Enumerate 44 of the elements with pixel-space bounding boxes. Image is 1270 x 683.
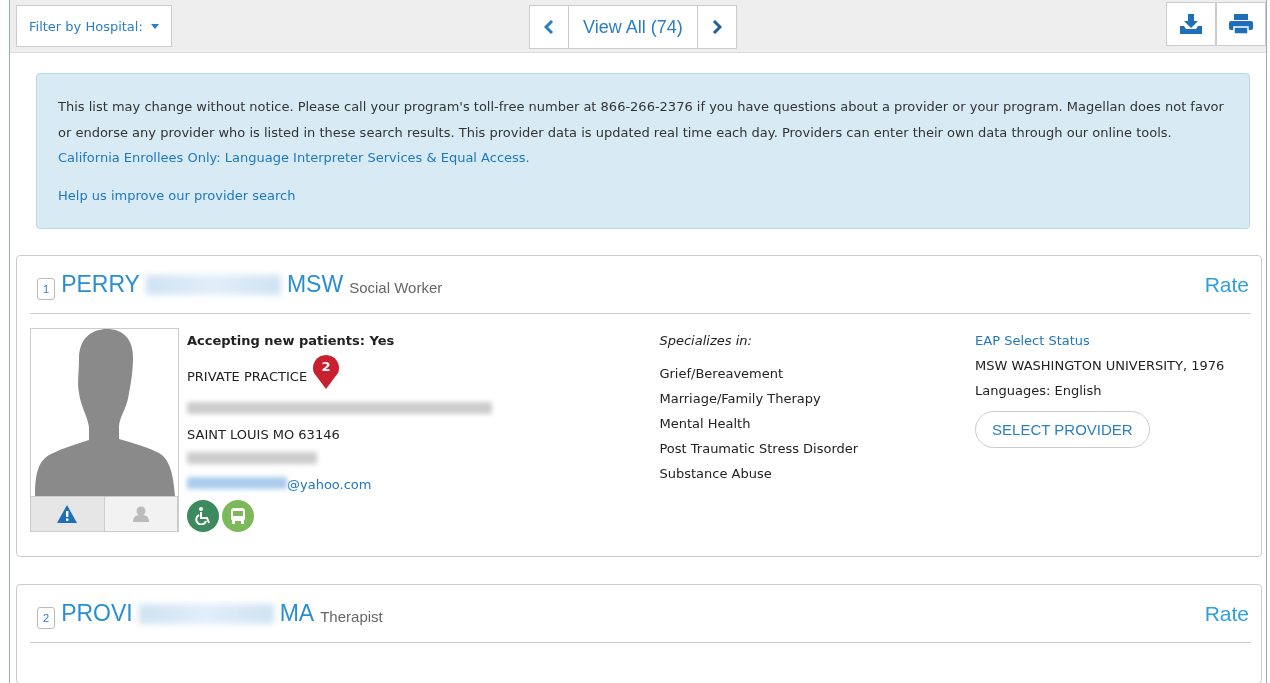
rate-link[interactable]: Rate	[1204, 601, 1249, 626]
person-icon	[132, 506, 149, 522]
provider-name-link[interactable]: PROVI	[61, 600, 133, 627]
status-link[interactable]: EAP Select Status	[975, 328, 1251, 353]
education-text: MSW WASHINGTON UNIVERSITY, 1976	[975, 357, 1226, 375]
provider-credential-link[interactable]: MSW	[286, 271, 344, 298]
select-provider-button[interactable]: SELECT PROVIDER	[975, 411, 1150, 448]
warning-icon	[57, 505, 78, 523]
specialty-item: Marriage/Family Therapy	[659, 390, 822, 408]
map-pin-icon: 2	[311, 353, 342, 389]
download-icon	[1180, 14, 1202, 34]
provider-credential-link[interactable]: MA	[279, 600, 315, 627]
download-button[interactable]	[1166, 2, 1216, 46]
feedback-link[interactable]: Help us improve our provider search	[58, 182, 296, 208]
rate-link[interactable]: Rate	[1204, 272, 1249, 297]
filter-dropdown[interactable]: Filter by Hospital:	[16, 5, 172, 47]
warning-tab[interactable]	[31, 497, 105, 531]
specialty-item: Substance Abuse	[659, 465, 773, 483]
print-icon	[1229, 14, 1253, 34]
wheelchair-icon	[195, 507, 211, 525]
specialty-item: Grief/Bereavement	[659, 365, 785, 383]
email-link[interactable]: @yahoo.com	[287, 477, 372, 492]
provider-role: Social Worker	[349, 279, 443, 296]
next-button[interactable]	[696, 5, 737, 49]
bus-icon	[230, 507, 246, 525]
caret-icon	[150, 23, 159, 29]
chevron-right-icon	[711, 20, 722, 34]
practice-name: PRIVATE PRACTICE	[187, 369, 308, 384]
result-number: 2	[37, 606, 56, 629]
result-number: 1	[37, 277, 56, 300]
print-button[interactable]	[1216, 2, 1266, 46]
notice-text: This list may change without notice. Please call your program's toll-free number at 866-266-2376 if you have questions about a provider or your program. Magellan does not favor or endorse any provider who is listed in these search results. This provider data is updated real time each day. Providers can enter their own data through our online tools. California Enrollees Only: Language Interpreter Services & Equal Access.	[58, 98, 1225, 167]
provider-name-link[interactable]: PERRY	[61, 271, 140, 298]
specializes-label: Specializes in:	[659, 332, 753, 350]
languages-text: Languages: English	[975, 382, 1103, 400]
provider-role: Therapist	[320, 608, 383, 625]
previous-button[interactable]	[529, 5, 569, 49]
view-all-button[interactable]: View All (74)	[569, 5, 697, 49]
city-state-zip: SAINT LOUIS MO 63146	[187, 426, 341, 444]
specialty-item: Post Traumatic Stress Disorder	[659, 440, 860, 458]
accepting-status: Accepting new patients: Yes	[187, 332, 396, 350]
chevron-left-icon	[544, 20, 554, 34]
specialty-item: Mental Health	[659, 415, 752, 433]
enrollees-link[interactable]: California Enrollees Only: Language Interpreter Services & Equal Access.	[58, 150, 530, 165]
